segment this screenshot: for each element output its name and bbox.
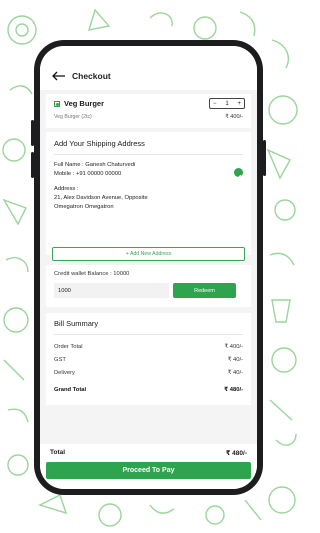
full-name-line: Full Name : Ganesh Chaturvedi: [54, 161, 243, 170]
bill-row-label: Delivery: [54, 369, 75, 376]
shipping-title: Add Your Shipping Address: [54, 139, 145, 148]
proceed-to-pay-button[interactable]: Proceed To Pay: [46, 462, 251, 479]
back-arrow-icon[interactable]: [52, 71, 66, 81]
total-label: Total: [50, 449, 66, 456]
selected-check-icon[interactable]: [234, 168, 243, 179]
checkout-footer: Total ₹ 480/- Proceed To Pay: [40, 444, 257, 489]
bill-row: GST ₹ 40/-: [54, 357, 243, 363]
bill-summary-title: Bill Summary: [54, 319, 99, 328]
add-new-address-button[interactable]: + Add New Address: [52, 247, 245, 261]
bill-summary-section: Bill Summary Order Total ₹ 400/- GST ₹ 4…: [46, 313, 251, 405]
product-subtitle: Veg Burger (2tc): [54, 114, 92, 120]
product-price: ₹ 400/-: [225, 114, 243, 120]
address-label: Address :: [54, 185, 79, 192]
quantity-value: 1: [225, 100, 229, 107]
credit-balance-label: Credit wallet Balance : 10000: [54, 271, 130, 277]
address-line-2: Omegatron Omegatron: [54, 203, 114, 210]
quantity-stepper[interactable]: − 1 +: [209, 98, 245, 109]
divider: [54, 154, 243, 155]
mobile-value: +91 00000 00000: [75, 170, 122, 177]
grand-total-row: Grand Total ₹ 480/-: [54, 387, 243, 393]
bill-row-label: Order Total: [54, 343, 83, 350]
volume-button: [31, 152, 34, 178]
address-line-1: 21, Alex Davidson Avenue, Opposite: [54, 194, 148, 201]
full-name-label: Full Name :: [54, 161, 84, 168]
shipping-address-section: Add Your Shipping Address Full Name : Ga…: [46, 132, 251, 261]
app-screen: Checkout Veg Burger Veg Burger (2tc) − 1…: [40, 46, 257, 489]
footer-total-row: Total ₹ 480/-: [46, 444, 251, 457]
grand-total-value: ₹ 480/-: [224, 386, 243, 393]
bill-row: Order Total ₹ 400/-: [54, 344, 243, 350]
volume-button: [31, 120, 34, 146]
bill-row: Delivery ₹ 40/-: [54, 370, 243, 376]
redeem-amount-input[interactable]: [54, 283, 169, 298]
product-name: Veg Burger: [64, 99, 105, 108]
increment-button[interactable]: +: [237, 101, 241, 107]
divider: [54, 334, 243, 335]
decrement-button[interactable]: −: [213, 101, 217, 107]
cart-item: Veg Burger Veg Burger (2tc) − 1 + ₹ 400/…: [46, 94, 251, 128]
phone-frame: Checkout Veg Burger Veg Burger (2tc) − 1…: [31, 40, 266, 495]
redeem-button[interactable]: Redeem: [173, 283, 236, 298]
bill-row-label: GST: [54, 356, 66, 363]
total-value: ₹ 480/-: [225, 450, 247, 457]
checkout-header: Checkout: [40, 46, 257, 90]
full-name-value: Ganesh Chaturvedi: [85, 161, 136, 168]
grand-total-label: Grand Total: [54, 386, 87, 393]
page-title: Checkout: [72, 71, 111, 81]
veg-indicator-icon: [54, 101, 60, 107]
bill-row-value: ₹ 400/-: [224, 343, 243, 350]
bill-row-value: ₹ 40/-: [227, 356, 243, 363]
credit-wallet-section: Credit wallet Balance : 10000 Redeem: [46, 265, 251, 307]
power-button: [263, 140, 266, 176]
bill-row-value: ₹ 40/-: [227, 369, 243, 376]
mobile-label: Mobile :: [54, 170, 75, 177]
mobile-line: Mobile : +91 00000 00000: [54, 170, 243, 179]
